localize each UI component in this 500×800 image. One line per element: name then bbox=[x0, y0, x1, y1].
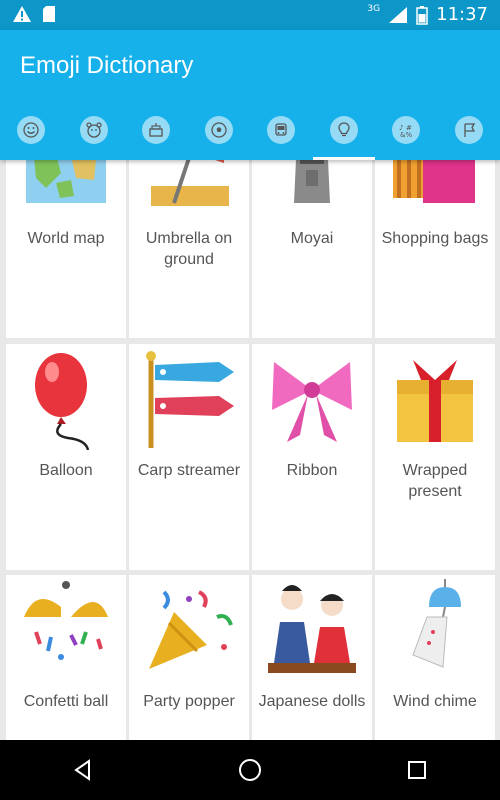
home-button[interactable] bbox=[220, 740, 280, 800]
tab-smileys[interactable] bbox=[0, 100, 63, 160]
emoji-card-shopping-bags[interactable]: Shopping bags bbox=[375, 160, 495, 338]
emoji-name: Carp streamer bbox=[137, 462, 241, 479]
emoji-name: Wind chime bbox=[393, 693, 477, 710]
emoji-name: Wrapped present bbox=[402, 462, 468, 500]
recents-square-icon bbox=[407, 761, 426, 779]
tab-objects[interactable] bbox=[312, 100, 376, 160]
carp-streamer-icon bbox=[146, 351, 234, 448]
food-icon bbox=[149, 123, 163, 137]
symbols-icon: ♪ #&% bbox=[399, 124, 412, 139]
balloon-icon bbox=[35, 353, 90, 450]
flag-icon bbox=[464, 123, 475, 137]
emoji-card-moyai[interactable]: Moyai bbox=[252, 160, 372, 338]
wind-chime-icon bbox=[412, 579, 461, 668]
party-popper-icon bbox=[149, 590, 233, 669]
moyai-icon bbox=[294, 160, 330, 203]
emoji-name: Umbrella on ground bbox=[145, 230, 233, 268]
emoji-name: Balloon bbox=[39, 462, 93, 479]
umbrella-on-ground-icon bbox=[151, 160, 229, 206]
tab-activities[interactable] bbox=[188, 100, 251, 160]
japanese-dolls-icon bbox=[268, 585, 356, 673]
animal-icon bbox=[86, 122, 102, 138]
emoji-name: Moyai bbox=[290, 230, 334, 247]
emoji-name: Japanese dolls bbox=[258, 693, 366, 710]
battery-icon bbox=[416, 5, 428, 25]
status-bar: 3G 11:37 bbox=[0, 0, 500, 30]
emoji-card-umbrella-on-ground[interactable]: Umbrella on ground bbox=[129, 160, 249, 338]
emoji-card-confetti-ball[interactable]: Confetti ball bbox=[6, 575, 126, 740]
app-title: Emoji Dictionary bbox=[20, 52, 194, 79]
emoji-card-party-popper[interactable]: Party popper bbox=[129, 575, 249, 740]
clock: 11:37 bbox=[436, 4, 488, 25]
emoji-name: Confetti ball bbox=[23, 693, 109, 710]
wrapped-present-icon bbox=[397, 360, 473, 442]
shopping-bags-icon bbox=[393, 160, 475, 203]
sports-ball-icon bbox=[211, 122, 227, 138]
emoji-card-wind-chime[interactable]: Wind chime bbox=[375, 575, 495, 740]
back-button[interactable] bbox=[53, 740, 113, 800]
emoji-grid: World map Umbrella on ground Moyai Shopp… bbox=[0, 160, 500, 740]
emoji-card-wrapped-present[interactable]: Wrapped present bbox=[375, 344, 495, 570]
tab-animals[interactable] bbox=[63, 100, 126, 160]
navigation-bar bbox=[0, 740, 500, 800]
network-type: 3G bbox=[367, 3, 381, 14]
warning-icon bbox=[13, 6, 31, 22]
emoji-name: Shopping bags bbox=[381, 230, 489, 247]
emoji-name: Party popper bbox=[143, 693, 235, 710]
sd-card-icon bbox=[43, 6, 55, 22]
emoji-name: Ribbon bbox=[286, 462, 338, 479]
ribbon-icon bbox=[272, 362, 352, 442]
tab-travel[interactable] bbox=[250, 100, 313, 160]
emoji-name: World map bbox=[27, 230, 105, 247]
svg-text:&%: &% bbox=[400, 131, 412, 139]
recents-button[interactable] bbox=[387, 740, 447, 800]
emoji-card-ribbon[interactable]: Ribbon bbox=[252, 344, 372, 570]
signal-icon bbox=[389, 6, 408, 23]
emoji-card-japanese-dolls[interactable]: Japanese dolls bbox=[252, 575, 372, 740]
world-map-icon bbox=[26, 160, 106, 203]
emoji-card-carp-streamer[interactable]: Carp streamer bbox=[129, 344, 249, 570]
category-tabs: ♪ # &% bbox=[0, 100, 500, 160]
tab-food[interactable] bbox=[125, 100, 188, 160]
lightbulb-icon bbox=[338, 122, 350, 137]
emoji-card-balloon[interactable]: Balloon bbox=[6, 344, 126, 570]
home-circle-icon bbox=[238, 759, 261, 781]
smiley-icon bbox=[23, 122, 39, 138]
emoji-card-world-map[interactable]: World map bbox=[6, 160, 126, 338]
app-bar: Emoji Dictionary ♪ # &% bbox=[0, 30, 500, 160]
back-triangle-icon bbox=[74, 759, 91, 781]
confetti-ball-icon bbox=[24, 581, 108, 660]
tab-symbols[interactable]: ♪ # &% bbox=[375, 100, 438, 160]
tab-flags[interactable] bbox=[438, 100, 500, 160]
vehicle-icon bbox=[275, 123, 287, 136]
